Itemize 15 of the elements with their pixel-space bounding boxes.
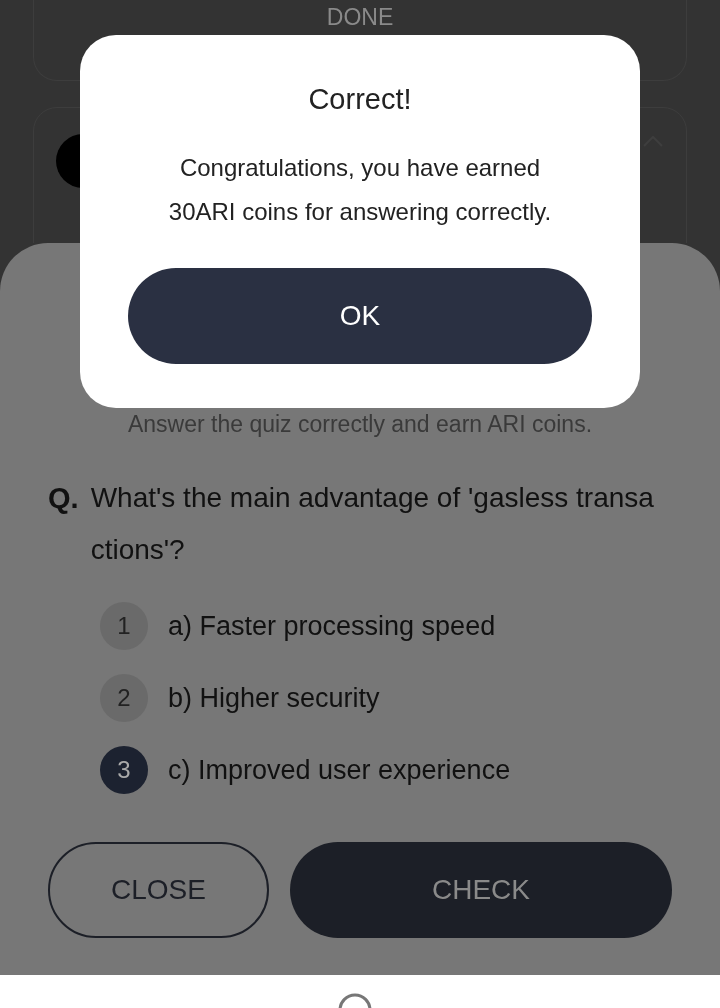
ok-button[interactable]: OK [128,268,592,364]
option-text[interactable]: a) Faster processing speed [168,610,496,642]
option-number[interactable]: 2 [100,674,148,722]
dialog-title: Correct! [308,83,412,116]
quiz-subtitle: Answer the quiz correctly and earn ARI coins. [126,411,594,438]
option-text[interactable]: b) Higher security [168,682,380,714]
question-label: Q. [48,481,79,516]
check-button[interactable]: CHECK [290,842,672,938]
option-number[interactable]: 3 [100,746,148,794]
done-button[interactable]: DONE [326,0,394,30]
question-text: What's the main advantage of 'gasless transactions'? [90,481,655,567]
close-button[interactable]: CLOSE [48,842,269,938]
option-text[interactable]: c) Improved user experience [168,754,511,786]
dialog-message: Congratulations, you have earned 30ARI coins for answering correctly. [167,153,553,227]
option-number[interactable]: 1 [100,602,148,650]
